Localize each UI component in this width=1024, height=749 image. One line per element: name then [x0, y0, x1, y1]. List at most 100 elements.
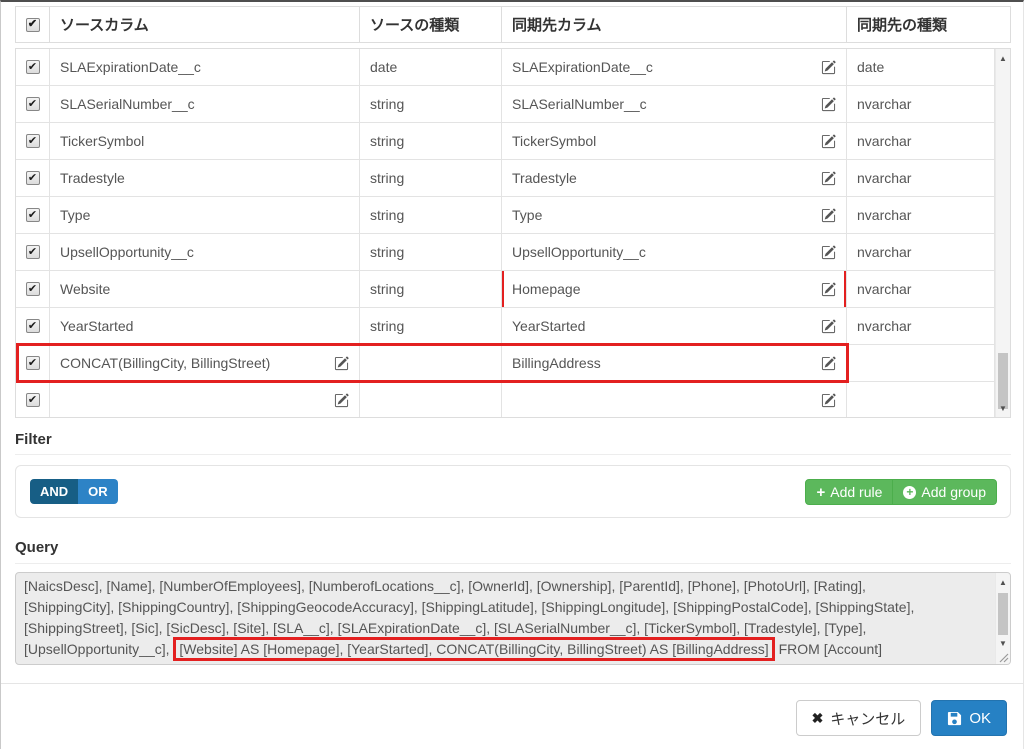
ok-label: OK [969, 710, 991, 727]
dest-edit-icon[interactable] [821, 282, 836, 297]
dest-cell-text: Tradestyle [512, 170, 815, 186]
row-checkbox-cell: ✔ [16, 271, 50, 307]
dest-cell: Tradestyle [502, 160, 847, 196]
source-cell-text: TickerSymbol [60, 133, 349, 149]
dest-type-cell: nvarchar [847, 86, 995, 122]
dest-cell-text: TickerSymbol [512, 133, 815, 149]
source-type-cell: string [360, 308, 502, 344]
query-section-label: Query [15, 539, 58, 556]
dest-edit-icon[interactable] [821, 134, 836, 149]
source-type-cell [360, 345, 502, 381]
source-cell: Website [50, 271, 360, 307]
source-type-cell: string [360, 160, 502, 196]
query-textarea[interactable]: [NaicsDesc], [Name], [NumberOfEmployees]… [15, 572, 1011, 665]
source-cell-text: CONCAT(BillingCity, BillingStreet) [60, 355, 328, 371]
add-rule-button[interactable]: + Add rule [805, 479, 893, 505]
row-checkbox[interactable]: ✔ [26, 171, 40, 185]
table-row: ✔ [16, 382, 995, 418]
source-cell: CONCAT(BillingCity, BillingStreet) [50, 345, 360, 381]
source-edit-icon[interactable] [334, 356, 349, 371]
row-checkbox-cell: ✔ [16, 49, 50, 85]
check-icon: ✔ [28, 19, 37, 30]
query-text: [NaicsDesc], [Name], [NumberOfEmployees]… [24, 576, 992, 661]
query-scroll-up-icon[interactable]: ▲ [996, 575, 1010, 589]
dest-type-cell: nvarchar [847, 197, 995, 233]
save-icon [947, 711, 962, 726]
source-cell [50, 382, 360, 418]
source-type-cell: date [360, 49, 502, 85]
cancel-button[interactable]: ✖ キャンセル [796, 700, 922, 736]
dest-edit-icon[interactable] [821, 60, 836, 75]
row-checkbox[interactable]: ✔ [26, 245, 40, 259]
add-group-button[interactable]: + Add group [892, 479, 997, 505]
filter-builder: AND OR + Add rule + Add group [15, 465, 1011, 518]
row-checkbox[interactable]: ✔ [26, 282, 40, 296]
row-checkbox-cell: ✔ [16, 308, 50, 344]
select-all-checkbox[interactable]: ✔ [26, 18, 40, 32]
query-line: [NaicsDesc], [Name], [NumberOfEmployees]… [24, 576, 992, 597]
row-checkbox[interactable]: ✔ [26, 393, 40, 407]
dest-edit-icon[interactable] [821, 356, 836, 371]
dest-cell-text: BillingAddress [512, 355, 815, 371]
row-checkbox[interactable]: ✔ [26, 319, 40, 333]
dest-cell-text: UpsellOpportunity__c [512, 244, 815, 260]
ok-button[interactable]: OK [931, 700, 1007, 736]
query-scrollbar[interactable]: ▲ ▼ [995, 573, 1010, 664]
dest-cell: BillingAddress [502, 345, 847, 381]
row-checkbox[interactable]: ✔ [26, 208, 40, 222]
row-checkbox[interactable]: ✔ [26, 60, 40, 74]
or-button[interactable]: OR [78, 479, 118, 504]
dest-cell: YearStarted [502, 308, 847, 344]
add-group-label: Add group [921, 484, 986, 500]
mapping-table-body: ✔ SLAExpirationDate__c date SLAExpiratio… [15, 48, 1011, 418]
plus-icon: + [816, 485, 825, 500]
dest-edit-icon[interactable] [821, 171, 836, 186]
source-cell-text: Type [60, 207, 349, 223]
source-cell: SLASerialNumber__c [50, 86, 360, 122]
scroll-down-icon[interactable]: ▼ [996, 401, 1010, 415]
source-cell-text: SLASerialNumber__c [60, 96, 349, 112]
dest-cell: UpsellOpportunity__c [502, 234, 847, 270]
dest-cell: SLASerialNumber__c [502, 86, 847, 122]
source-type-cell [360, 382, 502, 418]
filter-add-buttons: + Add rule + Add group [805, 479, 997, 505]
query-highlight-box: [Website] AS [Homepage], [YearStarted], … [173, 637, 774, 661]
source-type-cell: string [360, 86, 502, 122]
dest-edit-icon[interactable] [821, 208, 836, 223]
add-rule-label: Add rule [830, 484, 882, 500]
row-checkbox-cell: ✔ [16, 160, 50, 196]
row-checkbox-cell: ✔ [16, 86, 50, 122]
source-type-cell: string [360, 271, 502, 307]
query-divider [15, 563, 1011, 564]
check-icon: ✔ [28, 284, 37, 295]
scroll-up-icon[interactable]: ▲ [996, 51, 1010, 65]
query-scroll-down-icon[interactable]: ▼ [996, 636, 1010, 650]
source-cell: Type [50, 197, 360, 233]
source-cell-text: Website [60, 281, 349, 297]
row-checkbox[interactable]: ✔ [26, 134, 40, 148]
row-checkbox[interactable]: ✔ [26, 356, 40, 370]
andor-toggle: AND OR [30, 479, 118, 504]
circle-plus-icon: + [903, 486, 916, 499]
filter-divider [15, 454, 1011, 455]
check-icon: ✔ [28, 247, 37, 258]
source-edit-icon[interactable] [334, 393, 349, 408]
table-row: ✔ Website string Homepage nvarchar [16, 271, 995, 308]
dest-edit-icon[interactable] [821, 245, 836, 260]
dest-type-cell: date [847, 49, 995, 85]
dest-type-cell [847, 382, 995, 418]
source-type-cell: string [360, 197, 502, 233]
query-scrollbar-thumb[interactable] [998, 593, 1008, 635]
table-scrollbar[interactable]: ▲ ▼ [995, 49, 1010, 417]
dest-cell: Type [502, 197, 847, 233]
dest-cell-text: SLASerialNumber__c [512, 96, 815, 112]
dest-edit-icon[interactable] [821, 393, 836, 408]
dest-edit-icon[interactable] [821, 319, 836, 334]
source-type-cell: string [360, 234, 502, 270]
and-button[interactable]: AND [30, 479, 78, 504]
check-icon: ✔ [28, 136, 37, 147]
dest-edit-icon[interactable] [821, 97, 836, 112]
dest-cell [502, 382, 847, 418]
row-checkbox[interactable]: ✔ [26, 97, 40, 111]
resize-grip-icon[interactable] [999, 653, 1009, 663]
